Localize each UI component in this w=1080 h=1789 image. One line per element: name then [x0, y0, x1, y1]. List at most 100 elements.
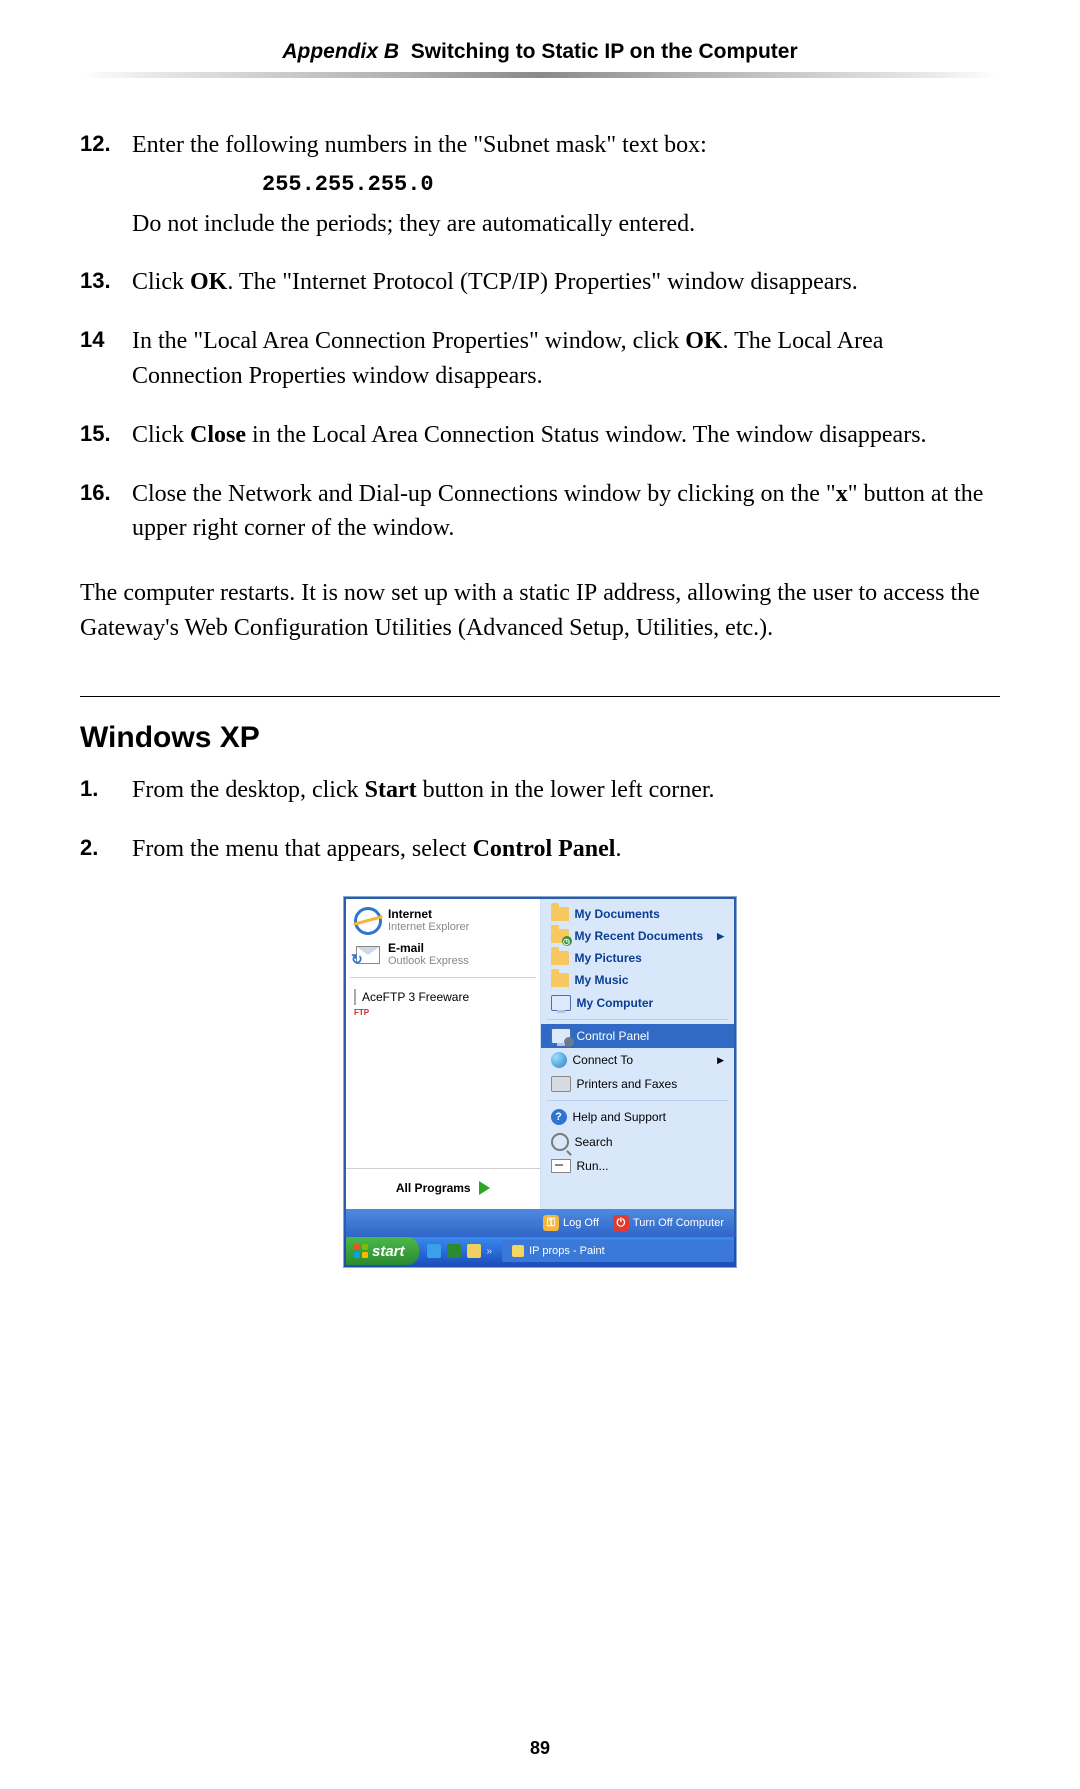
- folder-icon: [551, 907, 569, 921]
- appendix-label: Appendix B: [282, 40, 399, 63]
- close-label: Close: [190, 422, 246, 448]
- t: The computer restarts. It is now set up …: [80, 580, 576, 606]
- page-header: Appendix B Switching to Static IP on the…: [80, 40, 1000, 64]
- t: In the "Local Area Connection Properties…: [132, 328, 685, 354]
- globe-icon: [551, 1052, 567, 1068]
- shutdown-button[interactable]: ⏻ Turn Off Computer: [613, 1215, 724, 1231]
- step-body: From the desktop, click Start button in …: [132, 773, 1000, 808]
- step-number: 15.: [80, 418, 118, 453]
- control-panel-label: Control Panel: [473, 836, 616, 862]
- section-divider: [80, 696, 1000, 697]
- folder-icon: [551, 973, 569, 987]
- connect-to[interactable]: Connect To ▶: [541, 1048, 735, 1072]
- my-pictures[interactable]: My Pictures: [541, 947, 735, 969]
- monitor-icon: [551, 995, 571, 1011]
- start-button[interactable]: start: [346, 1237, 419, 1265]
- task-label: IP props - Paint: [529, 1245, 605, 1257]
- t: button in the lower left corner.: [417, 777, 715, 803]
- step-body: From the menu that appears, select Contr…: [132, 832, 1000, 867]
- submenu-arrow-icon: ▶: [717, 931, 724, 942]
- my-recent-documents[interactable]: ◷ My Recent Documents ▶: [541, 925, 735, 947]
- label: My Documents: [575, 907, 660, 921]
- step-body: Close the Network and Dial-up Connection…: [132, 477, 1000, 547]
- t: IP: [576, 580, 597, 606]
- media-icon[interactable]: [467, 1244, 481, 1258]
- search-item[interactable]: Search: [541, 1129, 735, 1155]
- power-icon: ⏻: [613, 1215, 629, 1231]
- taskbar-item-paint[interactable]: IP props - Paint: [502, 1240, 734, 1262]
- document-page: Appendix B Switching to Static IP on the…: [0, 0, 1080, 1789]
- label: Run...: [577, 1159, 609, 1173]
- ok-label: OK: [190, 269, 227, 295]
- step-number: 16.: [80, 477, 118, 547]
- section-heading: Windows XP: [80, 721, 1000, 755]
- my-music[interactable]: My Music: [541, 969, 735, 991]
- label: Help and Support: [573, 1110, 666, 1124]
- pinned-sub: Internet Explorer: [388, 921, 469, 933]
- label: Turn Off Computer: [633, 1217, 724, 1229]
- search-icon: [551, 1133, 569, 1151]
- ie-icon[interactable]: [427, 1244, 441, 1258]
- recent-title: AceFTP 3 Freeware: [362, 990, 469, 1004]
- paint-icon: [512, 1245, 524, 1257]
- header-title-text: Switching to Static IP on the Computer: [411, 40, 798, 63]
- label: Search: [575, 1135, 613, 1149]
- pinned-title: E-mail: [388, 941, 469, 955]
- t: .: [615, 836, 621, 862]
- my-computer[interactable]: My Computer: [541, 991, 735, 1015]
- t: Click: [132, 422, 190, 448]
- submenu-arrow-icon: ▶: [717, 1055, 724, 1066]
- label: Control Panel: [577, 1029, 650, 1043]
- logoff-bar: ⚿ Log Off ⏻ Turn Off Computer: [344, 1209, 736, 1237]
- code-value: 255.255.255.0: [262, 169, 1000, 201]
- start-menu-screenshot: Internet Internet Explorer ↻ E-mail Outl…: [343, 896, 737, 1268]
- page-number: 89: [80, 1738, 1000, 1759]
- t: From the menu that appears, select: [132, 836, 473, 862]
- step-number: 13.: [80, 265, 118, 300]
- run-icon: [551, 1159, 571, 1173]
- quick-launch: »: [419, 1237, 501, 1265]
- printer-icon: [551, 1076, 571, 1092]
- label: Log Off: [563, 1217, 599, 1229]
- step-body: Click Close in the Local Area Connection…: [132, 418, 1000, 453]
- step-number: 1.: [80, 773, 118, 808]
- all-programs[interactable]: All Programs: [346, 1168, 540, 1205]
- step-number: 12.: [80, 128, 118, 241]
- ftp-icon: FTP: [354, 990, 356, 1004]
- help-icon: ?: [551, 1109, 567, 1125]
- step-body: In the "Local Area Connection Properties…: [132, 324, 1000, 394]
- key-icon: ⚿: [543, 1215, 559, 1231]
- pinned-title: Internet: [388, 907, 469, 921]
- x-label: x: [836, 481, 848, 507]
- ie-icon: [354, 907, 382, 935]
- mail-icon: ↻: [354, 941, 382, 969]
- desktop-icon[interactable]: [447, 1244, 461, 1258]
- step-number: 2.: [80, 832, 118, 867]
- label: Connect To: [573, 1053, 634, 1067]
- logoff-button[interactable]: ⚿ Log Off: [543, 1215, 599, 1231]
- t: in the Local Area Connection Status wind…: [246, 422, 927, 448]
- help-support[interactable]: ? Help and Support: [541, 1105, 735, 1129]
- step-body: Click OK. The "Internet Protocol (TCP/IP…: [132, 265, 1000, 300]
- folder-icon: [551, 951, 569, 965]
- t: ) Properties" window disappears.: [540, 269, 858, 295]
- ok-label: OK: [685, 328, 722, 354]
- my-documents[interactable]: My Documents: [541, 903, 735, 925]
- printers-faxes[interactable]: Printers and Faxes: [541, 1072, 735, 1096]
- recent-aceftp[interactable]: FTP AceFTP 3 Freeware: [346, 984, 540, 1010]
- pinned-internet[interactable]: Internet Internet Explorer: [346, 903, 540, 937]
- steps-list-b: 1. From the desktop, click Start button …: [80, 773, 1000, 867]
- chevron-icon[interactable]: »: [487, 1246, 493, 1257]
- folder-icon: ◷: [551, 929, 569, 943]
- header-divider: [80, 72, 1000, 78]
- arrow-right-icon: [479, 1181, 490, 1195]
- monitor-icon: [551, 1028, 571, 1044]
- restart-paragraph: The computer restarts. It is now set up …: [80, 576, 1000, 646]
- control-panel-item[interactable]: Control Panel: [541, 1024, 735, 1048]
- steps-list-a: 12. Enter the following numbers in the "…: [80, 128, 1000, 546]
- start-label: start: [372, 1243, 405, 1260]
- pinned-email[interactable]: ↻ E-mail Outlook Express: [346, 937, 540, 971]
- t: Close the Network and Dial-up Connection…: [132, 481, 836, 507]
- run-item[interactable]: Run...: [541, 1155, 735, 1177]
- label: My Recent Documents: [575, 929, 704, 943]
